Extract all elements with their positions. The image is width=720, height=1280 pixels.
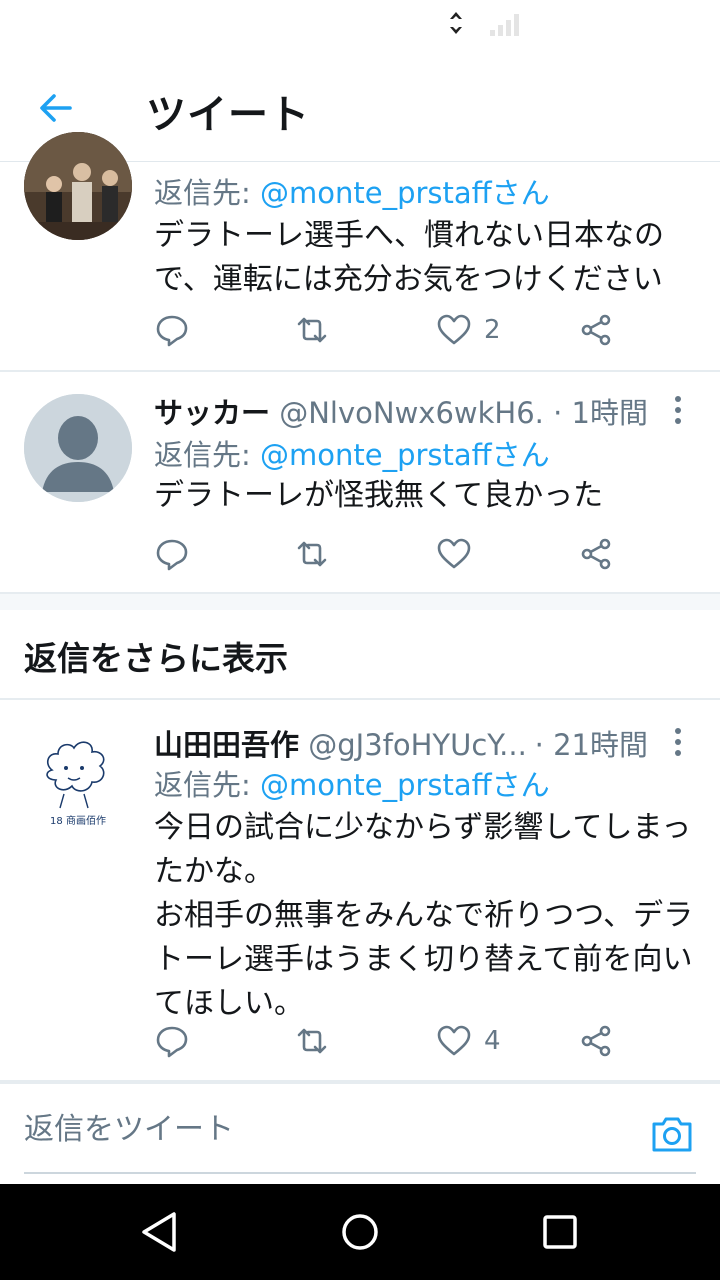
- tweet-actions: 2: [154, 305, 634, 355]
- tweet-card[interactable]: 返信先: @monte_prstaffさん デラトーレ選手へ、慣れない日本なので…: [0, 132, 720, 372]
- nav-recents-icon[interactable]: [536, 1208, 584, 1256]
- share-button[interactable]: [578, 1016, 614, 1066]
- reply-to-line: 返信先: @monte_prstaffさん: [154, 432, 550, 474]
- share-icon: [581, 1025, 611, 1057]
- input-underline: [24, 1172, 696, 1174]
- retweet-button[interactable]: [294, 1016, 330, 1066]
- like-button[interactable]: 2: [436, 305, 501, 355]
- heart-icon: [437, 314, 471, 345]
- reply-composer: 返信をツイート: [0, 1082, 720, 1184]
- reply-icon: [156, 315, 188, 347]
- reply-to-mention-link[interactable]: @monte_prstaffさん: [260, 768, 550, 802]
- retweet-icon: [297, 317, 327, 343]
- camera-icon[interactable]: [650, 1112, 694, 1156]
- default-avatar-icon: [24, 394, 132, 502]
- avatar[interactable]: [24, 132, 132, 240]
- reply-to-mention-link[interactable]: @monte_prstaffさん: [260, 438, 550, 472]
- nav-home-icon[interactable]: [336, 1208, 384, 1256]
- reply-button[interactable]: [154, 305, 190, 355]
- reply-to-line: 返信先: @monte_prstaffさん: [154, 762, 550, 804]
- tweet-header: サッカー @NlvoNwx6wkH6... · 1時間: [154, 390, 696, 434]
- like-button[interactable]: [436, 529, 472, 579]
- user-handle[interactable]: @NlvoNwx6wkH6...: [279, 396, 562, 430]
- tweet-text: デラトーレが怪我無くて良かった: [154, 478, 604, 513]
- data-sync-icon: [450, 12, 462, 34]
- user-display-name[interactable]: 山田田吾作: [154, 728, 299, 762]
- tweet-actions: [154, 529, 634, 579]
- section-divider: [0, 594, 720, 610]
- avatar-drawing: 18 商画佰作: [24, 724, 132, 832]
- share-button[interactable]: [578, 305, 614, 355]
- reply-to-line: 返信先: @monte_prstaffさん: [154, 170, 550, 212]
- tweet-actions: 4: [154, 1016, 634, 1066]
- reply-input[interactable]: 返信をツイート: [24, 1100, 624, 1160]
- tweet-timestamp: · 1時間: [547, 390, 648, 432]
- heart-icon: [437, 1025, 471, 1056]
- share-icon: [581, 538, 611, 570]
- reply-icon: [156, 1026, 188, 1058]
- tweet-card[interactable]: サッカー @NlvoNwx6wkH6... · 1時間 返信先: @monte_…: [0, 372, 720, 594]
- reply-button[interactable]: [154, 1016, 190, 1066]
- tweet-timestamp: · 21時間: [528, 722, 648, 764]
- vertical-dots-icon[interactable]: [660, 724, 696, 760]
- reply-to-mention-link[interactable]: @monte_prstaffさん: [260, 176, 550, 210]
- tweet-text: デラトーレ選手へ、慣れない日本なので、運転には充分お気をつけください: [154, 218, 664, 297]
- signal-strength-icon: [490, 14, 519, 36]
- share-button[interactable]: [578, 529, 614, 579]
- reply-to-label: 返信先:: [154, 438, 251, 472]
- share-icon: [581, 314, 611, 346]
- avatar-caption: 18 商画佰作: [50, 814, 106, 827]
- vertical-dots-icon[interactable]: [660, 392, 696, 428]
- retweet-button[interactable]: [294, 529, 330, 579]
- like-count: 2: [484, 315, 501, 345]
- status-bar: [0, 0, 720, 56]
- user-handle[interactable]: @gJ3foHYUcY...: [308, 728, 527, 762]
- nav-back-icon[interactable]: [136, 1208, 184, 1256]
- avatar-photo: [24, 132, 132, 240]
- show-more-replies-button[interactable]: 返信をさらに表示: [0, 610, 720, 700]
- reply-button[interactable]: [154, 529, 190, 579]
- tweet-header: 山田田吾作 @gJ3foHYUcY... · 21時間: [154, 722, 696, 766]
- reply-icon: [156, 539, 188, 571]
- user-display-name[interactable]: サッカー: [154, 396, 270, 430]
- back-arrow-icon[interactable]: [34, 86, 78, 130]
- tweet-text: 今日の試合に少なからず影響してしまったかな。 お相手の無事をみんなで祈りつつ、デ…: [154, 810, 694, 1021]
- avatar[interactable]: [24, 394, 132, 502]
- page-title: ツイート: [146, 92, 310, 138]
- like-button[interactable]: 4: [436, 1016, 501, 1066]
- show-more-label: 返信をさらに表示: [24, 639, 288, 678]
- reply-to-label: 返信先:: [154, 768, 251, 802]
- retweet-icon: [297, 541, 327, 567]
- system-navigation-bar: [0, 1184, 720, 1280]
- avatar[interactable]: 18 商画佰作: [24, 724, 132, 832]
- reply-to-label: 返信先:: [154, 176, 251, 210]
- heart-icon: [437, 538, 471, 569]
- retweet-icon: [297, 1028, 327, 1054]
- tweet-card[interactable]: 18 商画佰作 山田田吾作 @gJ3foHYUcY... · 21時間 返信先:…: [0, 700, 720, 1082]
- retweet-button[interactable]: [294, 305, 330, 355]
- like-count: 4: [484, 1026, 501, 1056]
